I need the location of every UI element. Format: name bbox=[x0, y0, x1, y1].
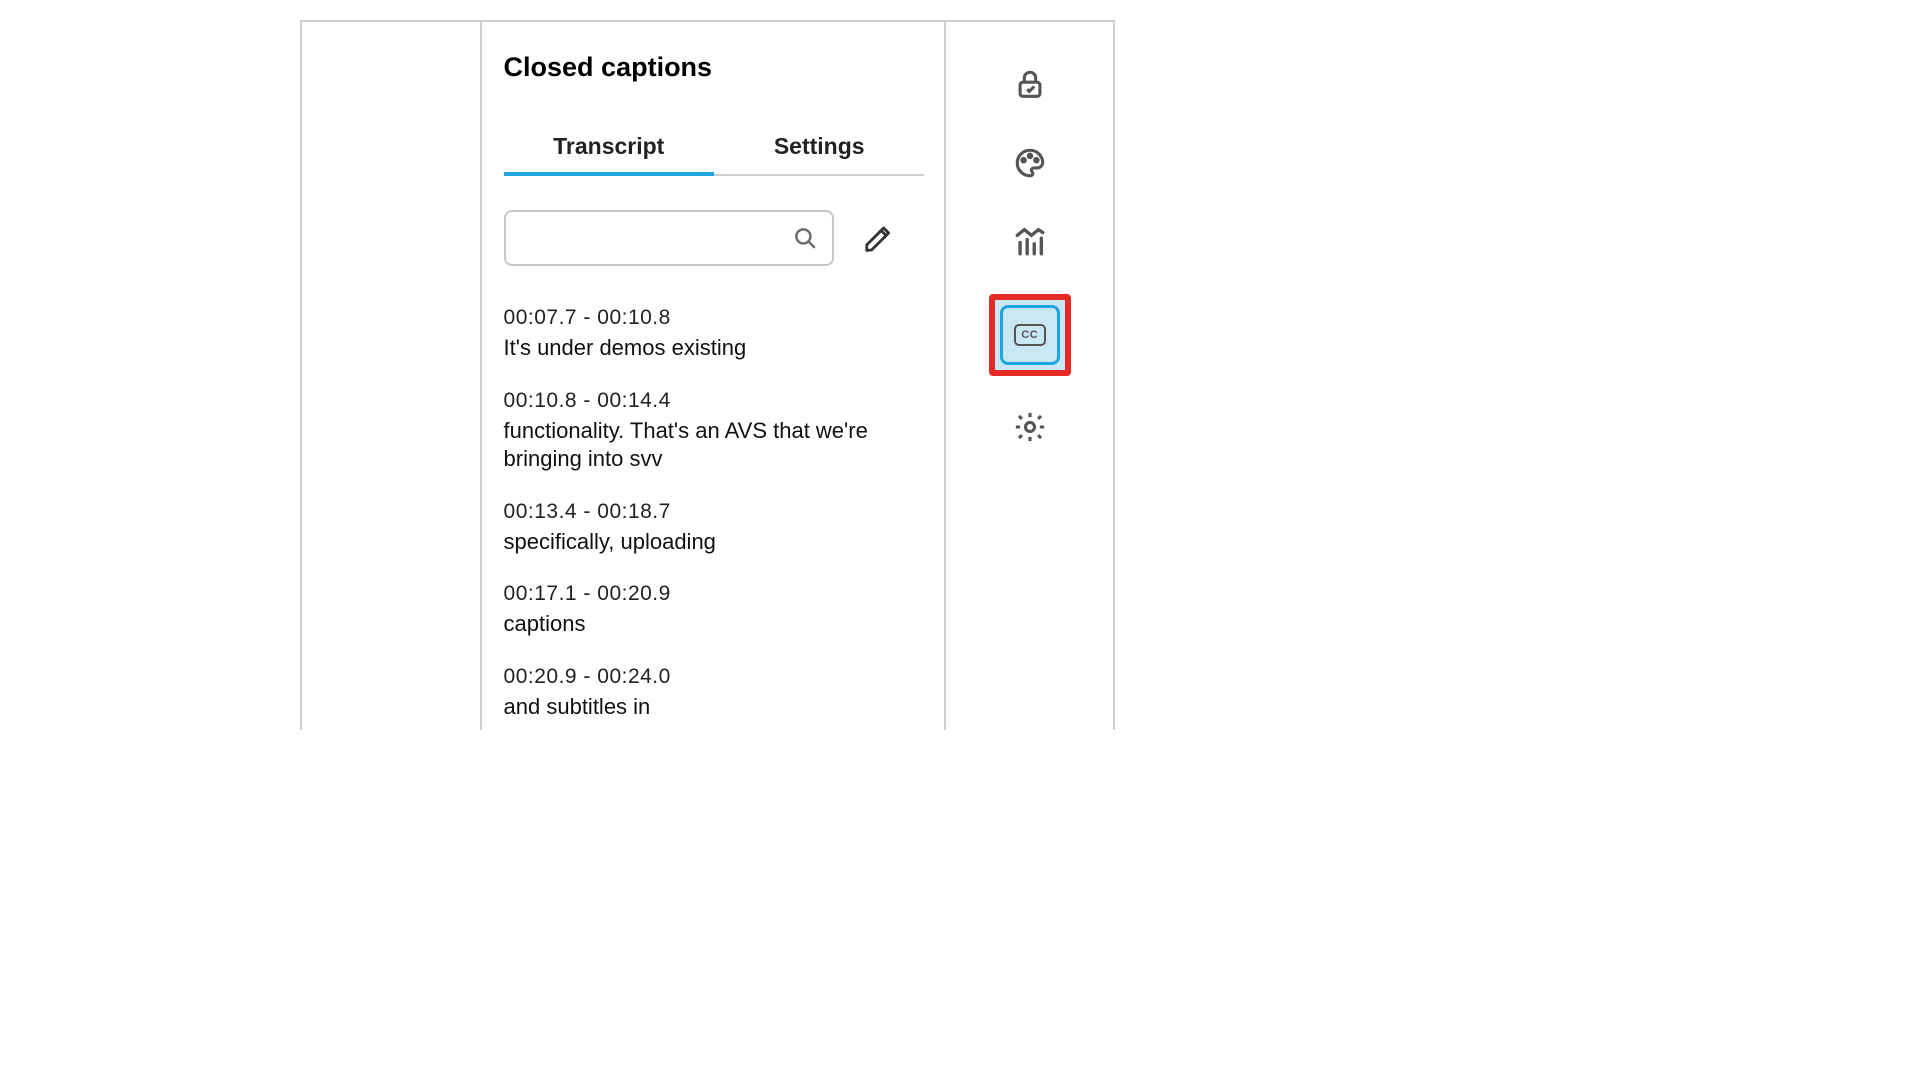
transcript-list: 00:07.7 - 00:10.8 It's under demos exist… bbox=[504, 306, 925, 722]
edit-button[interactable] bbox=[860, 220, 896, 256]
nav-palette[interactable] bbox=[1005, 138, 1055, 188]
transcript-entry[interactable]: 00:13.4 - 00:18.7 specifically, uploadin… bbox=[504, 500, 925, 557]
captions-panel: Closed captions Transcript Settings bbox=[300, 20, 1115, 730]
cc-icon: CC bbox=[1014, 324, 1046, 346]
entry-time: 00:17.1 - 00:20.9 bbox=[504, 582, 925, 606]
panel-title: Closed captions bbox=[504, 52, 925, 83]
entry-text: It's under demos existing bbox=[504, 334, 925, 363]
tab-bar: Transcript Settings bbox=[504, 133, 925, 176]
entry-time: 00:20.9 - 00:24.0 bbox=[504, 665, 925, 689]
nav-lock[interactable] bbox=[1005, 60, 1055, 110]
search-row bbox=[504, 210, 925, 266]
entry-text: captions bbox=[504, 610, 925, 639]
search-input[interactable] bbox=[504, 210, 834, 266]
settings-gear-icon bbox=[1013, 410, 1047, 444]
transcript-entry[interactable]: 00:17.1 - 00:20.9 captions bbox=[504, 582, 925, 639]
palette-icon bbox=[1013, 146, 1047, 180]
right-sidebar: CC bbox=[946, 22, 1113, 730]
search-icon bbox=[792, 225, 818, 251]
entry-time: 00:13.4 - 00:18.7 bbox=[504, 500, 925, 524]
nav-settings[interactable] bbox=[1005, 402, 1055, 452]
transcript-entry[interactable]: 00:20.9 - 00:24.0 and subtitles in bbox=[504, 665, 925, 722]
entry-text: specifically, uploading bbox=[504, 528, 925, 557]
transcript-entry[interactable]: 00:10.8 - 00:14.4 functionality. That's … bbox=[504, 389, 925, 474]
pencil-icon bbox=[863, 223, 893, 253]
entry-time: 00:10.8 - 00:14.4 bbox=[504, 389, 925, 413]
analytics-icon bbox=[1013, 224, 1047, 258]
main-column: Closed captions Transcript Settings bbox=[482, 22, 947, 730]
entry-text: functionality. That's an AVS that we're … bbox=[504, 417, 925, 474]
lock-icon bbox=[1013, 68, 1047, 102]
tab-settings[interactable]: Settings bbox=[714, 133, 924, 174]
entry-time: 00:07.7 - 00:10.8 bbox=[504, 306, 925, 330]
transcript-entry[interactable]: 00:07.7 - 00:10.8 It's under demos exist… bbox=[504, 306, 925, 363]
nav-analytics[interactable] bbox=[1005, 216, 1055, 266]
entry-text: and subtitles in bbox=[504, 693, 925, 722]
left-pane bbox=[302, 22, 482, 730]
nav-closed-captions[interactable]: CC bbox=[989, 294, 1071, 376]
tab-transcript[interactable]: Transcript bbox=[504, 133, 714, 176]
